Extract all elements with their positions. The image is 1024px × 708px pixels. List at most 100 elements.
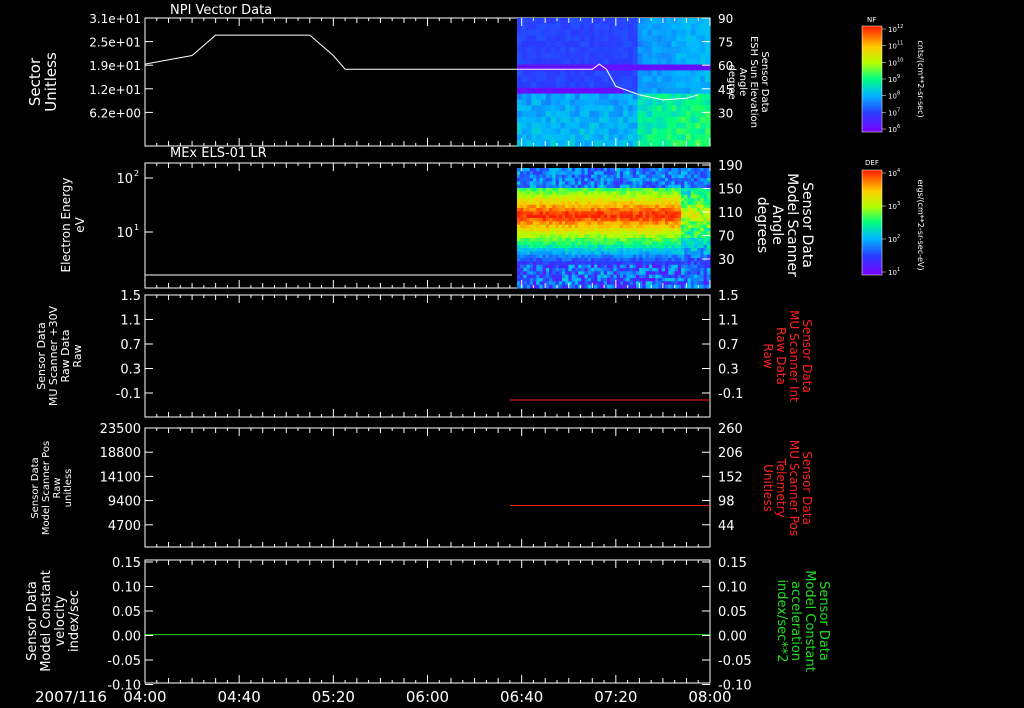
spec-cell [642, 76, 648, 83]
spec-cell [676, 18, 682, 25]
spec-cell [584, 105, 590, 112]
spec-cell [690, 47, 697, 54]
spec-cell [628, 58, 634, 66]
spec-cell [685, 41, 692, 48]
y-tick-label-4: -0.1 [116, 387, 141, 402]
spec-cell [599, 23, 605, 31]
spec-cell [623, 52, 629, 60]
spec-cell [517, 76, 523, 83]
spec-cell [626, 231, 631, 236]
spec-cell [681, 18, 687, 25]
spec-cell [536, 99, 542, 106]
spec-cell [536, 128, 542, 135]
spec-cell [594, 122, 600, 130]
spec-cell [705, 58, 711, 66]
spec-cell [603, 58, 610, 66]
spec-cell [652, 70, 658, 77]
spec-cell [632, 111, 639, 118]
spec-cell [685, 35, 692, 42]
spec-cell [690, 140, 697, 147]
spec-cell [613, 111, 619, 118]
spec-cell [541, 82, 547, 89]
spec-cell [603, 47, 610, 54]
spec-cell [526, 23, 532, 31]
spec-cell [613, 58, 619, 66]
spec-cell [642, 221, 647, 226]
cb-tick-label-5: 10 [888, 109, 897, 117]
spec-cell [700, 70, 706, 77]
spec-cell [607, 251, 611, 256]
spec-cell [671, 82, 677, 89]
spec-cell [671, 134, 677, 141]
spec-cell [536, 116, 542, 124]
spec-cell [579, 111, 586, 118]
spec-cell [695, 29, 701, 36]
spec-cell [536, 76, 542, 83]
spec-cell [642, 41, 648, 48]
y-tick-label-3: 70 [718, 230, 735, 245]
spec-cell [533, 211, 537, 216]
spec-cell [594, 134, 600, 141]
spec-cell [599, 70, 605, 77]
spec-cell [690, 128, 697, 135]
spec-cell [623, 105, 629, 112]
spec-cell [700, 201, 705, 206]
spec-cell [705, 82, 711, 89]
spec-cell [599, 111, 605, 118]
spec-cell [531, 70, 537, 77]
spec-cell [700, 93, 706, 100]
spec-cell [623, 128, 629, 135]
spec-cell [681, 221, 685, 226]
spec-cell [541, 116, 547, 124]
spec-cell [623, 82, 629, 89]
spec-cell [608, 87, 615, 95]
spec-cell [632, 29, 639, 36]
spec-cell [695, 105, 701, 112]
y-tick-label-2: 14100 [100, 470, 141, 485]
time-tick-label-1: 04:40 [218, 688, 261, 706]
spec-cell [608, 128, 615, 135]
spec-cell [661, 201, 666, 206]
spec-cell [647, 47, 653, 54]
spec-cell [642, 251, 647, 256]
cb-tick-label-3: 10 [888, 76, 897, 84]
spec-cell [661, 58, 668, 66]
spec-cell [632, 18, 639, 25]
spec-cell [647, 58, 653, 66]
spec-cell [533, 241, 537, 246]
spec-cell [517, 87, 523, 95]
spec-cell [666, 111, 672, 118]
spec-cell [632, 116, 639, 124]
y-tick-label-2: 0.05 [112, 605, 141, 620]
spec-cell [545, 99, 552, 106]
y-tick-label-3: 98 [718, 495, 735, 510]
spec-cell [671, 35, 677, 42]
spec-cell [568, 211, 573, 216]
spec-cell [560, 82, 566, 89]
spec-cell [656, 35, 663, 42]
spec-cell [681, 261, 685, 266]
spec-cell [599, 87, 605, 95]
spec-cell [587, 241, 592, 246]
spec-cell [584, 128, 590, 135]
spec-cell [661, 281, 666, 286]
cb-tick-label-3: 10 [888, 269, 897, 277]
spec-cell [607, 181, 611, 186]
spec-cell [570, 70, 576, 77]
spec-cell [700, 35, 706, 42]
spec-cell [589, 128, 595, 135]
spec-cell [526, 35, 532, 42]
spec-cell [661, 93, 668, 100]
spec-cell [642, 116, 648, 124]
spec-cell [700, 181, 705, 186]
panel5-rlabel-line4: index/sec**2 [774, 579, 789, 662]
spec-cell [681, 58, 687, 66]
y-tick-label-2: 0.7 [120, 338, 141, 353]
spec-cell [565, 99, 571, 106]
spec-cell [695, 111, 701, 118]
y-tick-label-0: 3.1e+01 [89, 12, 141, 26]
spec-cell [607, 201, 611, 206]
spec-cell [560, 47, 566, 54]
spec-cell [574, 76, 581, 83]
spec-cell [555, 105, 561, 112]
